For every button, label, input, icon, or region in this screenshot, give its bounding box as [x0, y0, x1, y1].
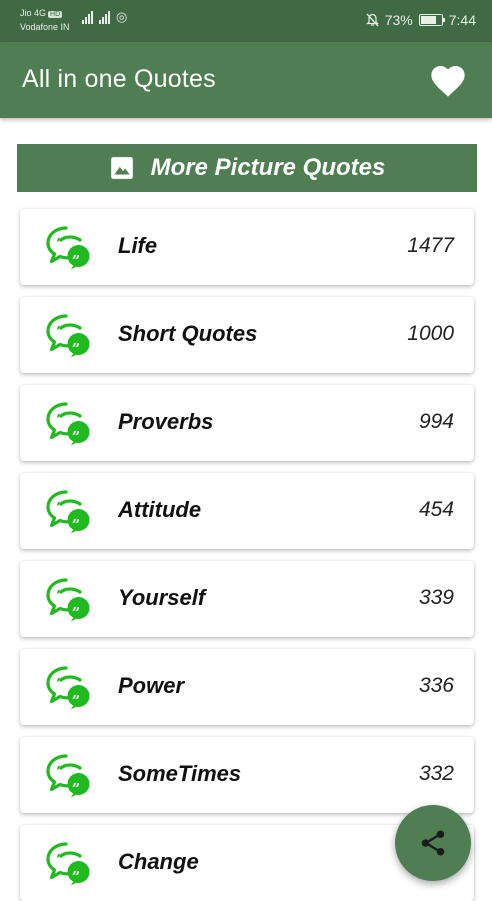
hd-badge: HD: [48, 11, 63, 18]
category-item-life[interactable]: “” Life 1477: [20, 209, 474, 285]
category-name: Power: [118, 673, 185, 698]
favorites-button[interactable]: [428, 61, 468, 101]
svg-text:“: “: [56, 500, 64, 516]
quote-chat-icon: “”: [46, 314, 90, 357]
svg-text:“: “: [56, 764, 64, 780]
category-count: 1477: [407, 234, 454, 257]
signal-icon: [99, 10, 110, 24]
category-item-attitude[interactable]: “” Attitude 454: [20, 473, 474, 549]
category-name: Change: [118, 849, 199, 874]
quote-chat-icon: “”: [46, 754, 90, 797]
category-item-short-quotes[interactable]: “” Short Quotes 1000: [20, 297, 474, 373]
svg-text:”: ”: [72, 428, 81, 445]
quote-chat-icon: “”: [46, 490, 90, 533]
category-item-sometimes[interactable]: “” SomeTimes 332: [20, 737, 474, 813]
svg-text:”: ”: [72, 868, 81, 885]
heart-icon: [431, 66, 465, 97]
svg-text:“: “: [56, 412, 64, 428]
svg-text:”: ”: [72, 340, 81, 357]
category-count: 994: [418, 410, 454, 433]
more-picture-quotes-button[interactable]: More Picture Quotes: [17, 144, 477, 192]
hotspot-icon: ◎: [116, 9, 128, 24]
category-name: Attitude: [118, 497, 202, 522]
category-item-yourself[interactable]: “” Yourself 339: [20, 561, 474, 637]
mute-icon: [365, 13, 379, 27]
carrier-1: Jio 4G: [20, 8, 47, 18]
svg-text:”: ”: [72, 692, 81, 709]
category-item-proverbs[interactable]: “” Proverbs 994: [20, 385, 474, 461]
carrier-2: Vodafone IN: [20, 22, 70, 32]
image-icon: [110, 157, 133, 179]
quote-chat-icon: “”: [46, 842, 90, 885]
svg-text:“: “: [56, 588, 64, 604]
category-name: Life: [118, 233, 158, 258]
app-bar: All in one Quotes: [0, 42, 492, 118]
category-name: SomeTimes: [118, 761, 242, 786]
quote-chat-icon: “”: [46, 666, 90, 709]
category-count: 332: [418, 762, 454, 785]
category-name: Yourself: [118, 585, 206, 610]
signal-icons: ◎: [82, 10, 127, 24]
category-name: Proverbs: [118, 409, 214, 434]
svg-text:“: “: [56, 236, 64, 252]
category-count: 1000: [407, 322, 454, 345]
svg-text:”: ”: [72, 604, 81, 621]
category-count: 454: [418, 498, 454, 521]
share-icon: [421, 830, 445, 856]
more-picture-quotes-label: More Picture Quotes: [150, 154, 386, 181]
share-fab-button[interactable]: [395, 805, 471, 881]
battery-percent: 73%: [384, 12, 413, 28]
svg-text:”: ”: [72, 252, 81, 269]
svg-text:”: ”: [72, 780, 81, 797]
svg-text:“: “: [56, 676, 64, 692]
svg-text:“: “: [56, 324, 64, 340]
carrier-info: Jio 4G HD Vodafone IN: [20, 7, 70, 33]
page-title: All in one Quotes: [22, 65, 216, 93]
category-item-power[interactable]: “” Power 336: [20, 649, 474, 725]
battery-icon: [418, 14, 445, 26]
svg-text:“: “: [56, 852, 64, 868]
category-name: Short Quotes: [118, 321, 258, 346]
signal-icon: [82, 10, 93, 24]
status-bar: Jio 4G HD Vodafone IN ◎ 73% 7:44: [0, 0, 492, 42]
quote-chat-icon: “”: [46, 578, 90, 621]
clock: 7:44: [448, 12, 476, 28]
quote-chat-icon: “”: [46, 226, 90, 269]
category-count: 339: [418, 586, 454, 609]
svg-text:”: ”: [72, 516, 81, 533]
quote-chat-icon: “”: [46, 402, 90, 445]
category-count: 336: [418, 674, 454, 697]
